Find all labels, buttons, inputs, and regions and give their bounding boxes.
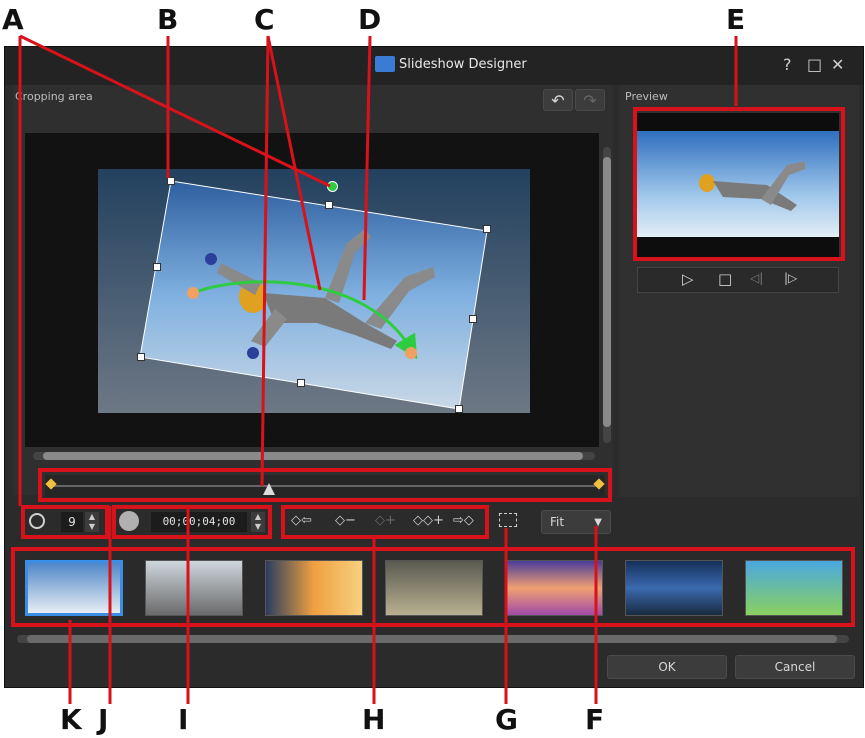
- callout-lines: [18, 34, 738, 704]
